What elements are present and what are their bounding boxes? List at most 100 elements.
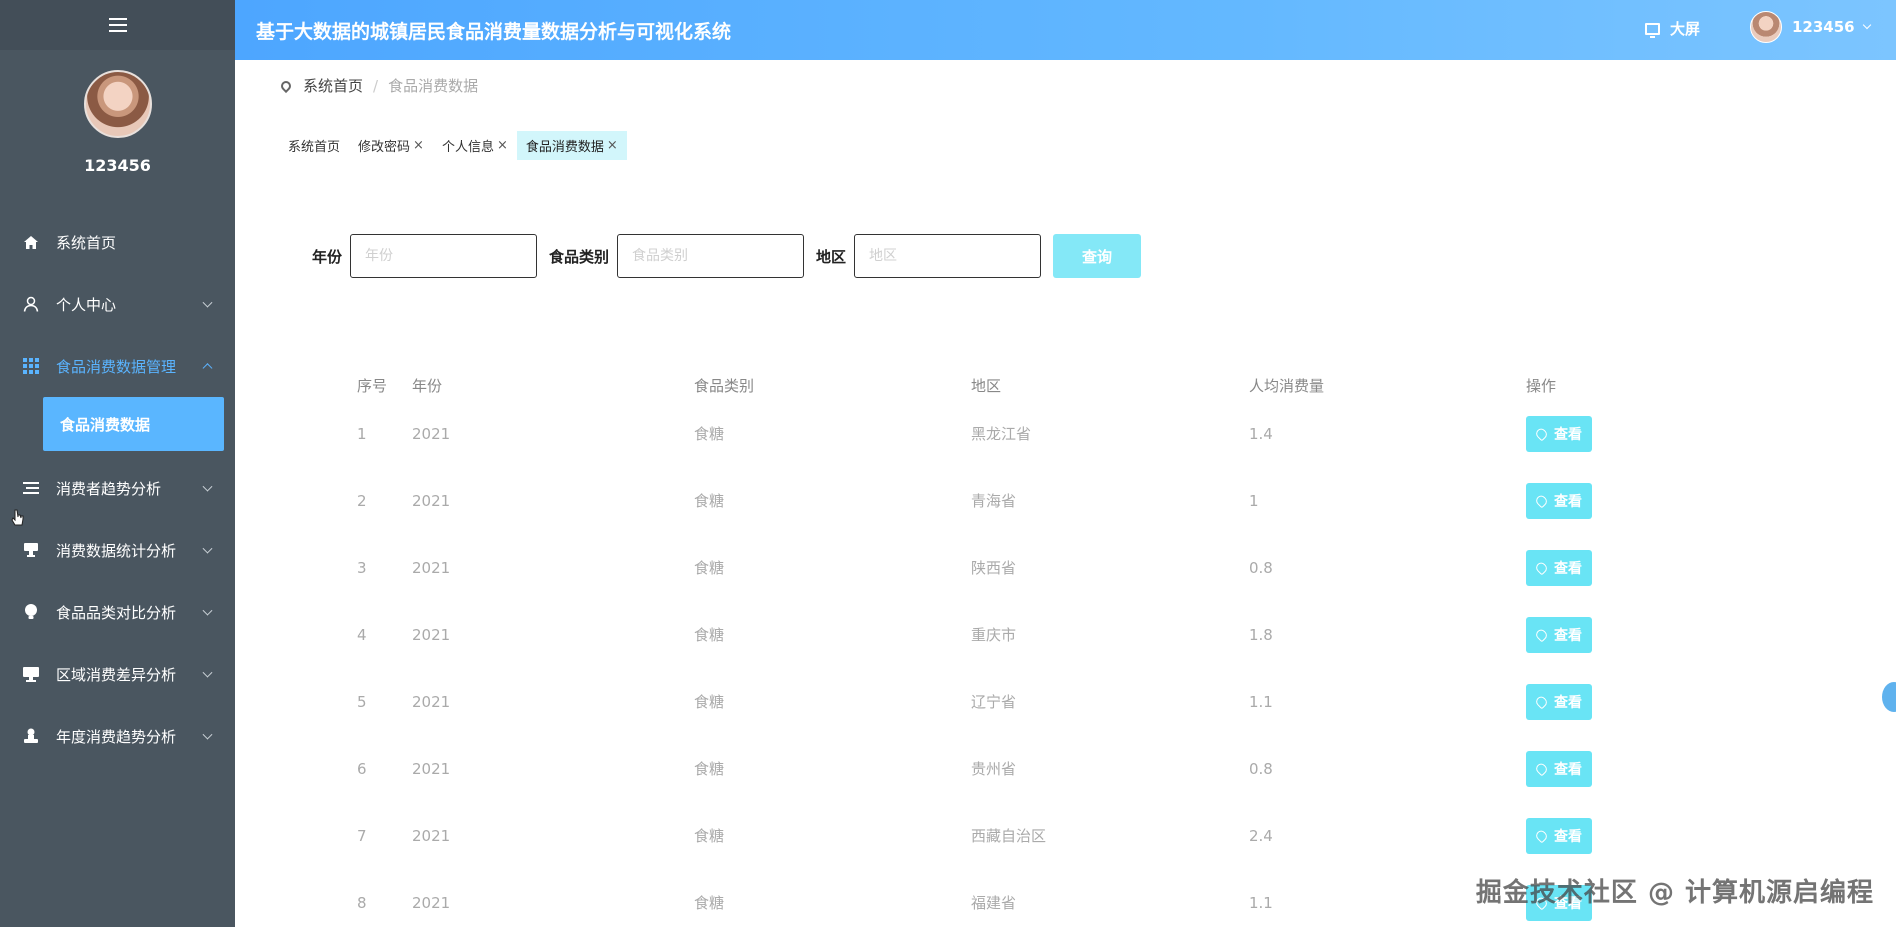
table-cell: 西藏自治区 — [971, 827, 1047, 845]
sidebar-item-label: 年度消费趋势分析 — [56, 727, 177, 746]
sidebar-item-label: 个人中心 — [56, 295, 117, 314]
table-cell: 3 — [357, 558, 367, 577]
view-button[interactable]: 查看 — [1526, 616, 1592, 653]
sidebar-profile: 123456 — [0, 50, 235, 175]
view-button[interactable]: 查看 — [1526, 549, 1592, 586]
close-icon[interactable]: × — [497, 138, 508, 153]
table-cell: 黑龙江省 — [971, 425, 1032, 443]
table-cell: 2021 — [412, 759, 451, 778]
year-input[interactable] — [350, 234, 538, 278]
tag-food-consumption-data[interactable]: 食品消费数据 × — [516, 131, 627, 160]
location-pin-icon — [278, 78, 294, 93]
heart-icon — [1534, 694, 1549, 709]
table-row: 3 2021 食糖 陕西省 0.8 查看 — [357, 534, 1657, 601]
heart-icon — [1534, 627, 1549, 642]
view-label: 查看 — [1554, 627, 1582, 644]
heart-icon — [1534, 560, 1549, 575]
table-header: 序号 年份 食品类别 地区 人均消费量 操作 — [357, 370, 1657, 400]
user-icon — [22, 295, 40, 313]
view-label: 查看 — [1554, 694, 1582, 711]
tab-tags-bar: 系统首页 修改密码 × 个人信息 × 食品消费数据 × — [279, 131, 627, 160]
view-label: 查看 — [1554, 761, 1582, 778]
person-stamp-icon — [22, 727, 40, 745]
table-cell: 1 — [1249, 491, 1259, 510]
view-label: 查看 — [1554, 426, 1582, 443]
category-input[interactable] — [617, 234, 805, 278]
tag-change-password[interactable]: 修改密码 × — [349, 131, 433, 160]
column-header: 序号 — [357, 376, 388, 395]
sidebar-subitem-food-consumption-data[interactable]: 食品消费数据 — [43, 397, 224, 451]
sidebar-item-consumption-statistics[interactable]: 消费数据统计分析 — [0, 519, 235, 581]
sidebar-toggle-button[interactable] — [0, 0, 235, 50]
sidebar-item-personal-center[interactable]: 个人中心 — [0, 273, 235, 335]
avatar — [1750, 11, 1782, 43]
view-label: 查看 — [1554, 493, 1582, 510]
year-label: 年份 — [312, 247, 343, 266]
breadcrumb-home[interactable]: 系统首页 — [303, 75, 363, 96]
page-title: 基于大数据的城镇居民食品消费量数据分析与可视化系统 — [256, 21, 732, 43]
home-icon — [22, 233, 40, 251]
sidebar-item-regional-difference[interactable]: 区域消费差异分析 — [0, 643, 235, 705]
monitor-icon — [1645, 22, 1660, 38]
sidebar-item-label: 消费数据统计分析 — [56, 541, 177, 560]
view-button[interactable]: 查看 — [1526, 683, 1592, 720]
table-cell: 食糖 — [694, 492, 725, 510]
table-cell: 2.4 — [1249, 826, 1273, 845]
region-input[interactable] — [854, 234, 1042, 278]
tag-home[interactable]: 系统首页 — [279, 131, 349, 160]
table-row: 7 2021 食糖 西藏自治区 2.4 查看 — [357, 802, 1657, 869]
breadcrumb-current: 食品消费数据 — [388, 77, 479, 95]
view-button[interactable]: 查看 — [1526, 750, 1592, 787]
heart-icon — [1534, 761, 1549, 776]
user-menu[interactable]: 123456 — [1750, 11, 1871, 43]
table-cell: 2021 — [412, 424, 451, 443]
chevron-down-icon — [1862, 20, 1871, 30]
view-label: 查看 — [1554, 828, 1582, 845]
view-button[interactable]: 查看 — [1526, 415, 1592, 452]
sidebar-item-label: 系统首页 — [56, 233, 117, 252]
close-icon[interactable]: × — [607, 138, 618, 153]
table-cell: 2021 — [412, 692, 451, 711]
big-screen-label: 大屏 — [1670, 20, 1701, 38]
breadcrumb-separator: / — [373, 76, 379, 95]
chevron-down-icon — [202, 297, 213, 308]
table-cell: 福建省 — [971, 894, 1017, 912]
table-cell: 青海省 — [971, 492, 1017, 510]
table-cell: 食糖 — [694, 760, 725, 778]
sidebar-item-label: 区域消费差异分析 — [56, 665, 177, 684]
data-table: 序号 年份 食品类别 地区 人均消费量 操作 1 2021 食糖 黑龙江省 1.… — [357, 370, 1657, 927]
big-screen-button[interactable]: 大屏 — [1645, 18, 1700, 39]
table-cell: 0.8 — [1249, 558, 1273, 577]
chevron-down-icon — [202, 543, 213, 554]
mouse-cursor-icon — [11, 509, 24, 526]
table-cell: 贵州省 — [971, 760, 1017, 778]
table-row: 4 2021 食糖 重庆市 1.8 查看 — [357, 601, 1657, 668]
sidebar-item-food-data-management[interactable]: 食品消费数据管理 — [0, 335, 235, 397]
table-cell: 7 — [357, 826, 367, 845]
sidebar-item-consumer-trend[interactable]: 消费者趋势分析 — [0, 457, 235, 519]
tag-label: 系统首页 — [288, 140, 341, 155]
region-label: 地区 — [816, 247, 847, 266]
view-button[interactable]: 查看 — [1526, 482, 1592, 519]
table-cell: 1 — [357, 424, 367, 443]
tag-label: 修改密码 — [358, 140, 411, 155]
table-cell: 食糖 — [694, 693, 725, 711]
tag-label: 个人信息 — [441, 140, 494, 155]
sidebar-item-home[interactable]: 系统首页 — [0, 211, 235, 273]
table-cell: 辽宁省 — [971, 693, 1017, 711]
sidebar-item-annual-trend[interactable]: 年度消费趋势分析 — [0, 705, 235, 767]
table-cell: 查看 — [1526, 415, 1646, 452]
close-icon[interactable]: × — [413, 138, 424, 153]
view-button[interactable]: 查看 — [1526, 817, 1592, 854]
tag-personal-info[interactable]: 个人信息 × — [433, 131, 517, 160]
sidebar-menu: 系统首页 个人中心 食品消费数据管理 食品消费数据 消费者趋势分析 消费数据统计… — [0, 211, 235, 767]
floating-action-button[interactable] — [1882, 682, 1896, 712]
table-cell: 查看 — [1526, 549, 1646, 586]
tag-label: 食品消费数据 — [525, 140, 604, 155]
search-button[interactable]: 查询 — [1053, 234, 1142, 278]
view-label: 查看 — [1554, 560, 1582, 577]
table-cell: 6 — [357, 759, 367, 778]
table-cell: 食糖 — [694, 827, 725, 845]
sidebar-item-category-comparison[interactable]: 食品品类对比分析 — [0, 581, 235, 643]
table-cell: 0.8 — [1249, 759, 1273, 778]
